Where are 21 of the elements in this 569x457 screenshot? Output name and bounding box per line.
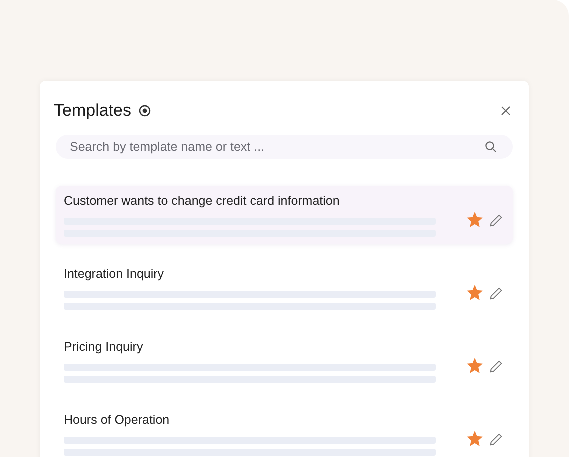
template-item[interactable]: Pricing Inquiry [56, 332, 513, 390]
search-field[interactable]: Search by template name or text ... [56, 135, 513, 159]
star-icon[interactable] [467, 358, 483, 374]
pencil-icon[interactable] [489, 432, 504, 446]
star-icon[interactable] [467, 285, 483, 301]
template-name: Integration Inquiry [64, 266, 166, 280]
target-icon[interactable] [139, 105, 152, 117]
template-name: Hours of Operation [64, 412, 171, 426]
close-button[interactable] [499, 104, 513, 118]
template-item[interactable]: Customer wants to change credit card information [56, 186, 513, 244]
star-icon[interactable] [467, 431, 483, 447]
template-name: Customer wants to change credit card information [64, 194, 341, 208]
pencil-icon[interactable] [489, 358, 504, 374]
search-icon[interactable] [485, 141, 497, 153]
pencil-icon[interactable] [489, 286, 504, 300]
template-item[interactable]: Hours of Operation [56, 405, 513, 457]
template-item[interactable]: Integration Inquiry [56, 259, 513, 317]
panel-title: Templates [54, 101, 132, 121]
template-name: Pricing Inquiry [64, 340, 144, 354]
pencil-icon[interactable] [489, 212, 504, 228]
star-icon[interactable] [467, 212, 483, 228]
